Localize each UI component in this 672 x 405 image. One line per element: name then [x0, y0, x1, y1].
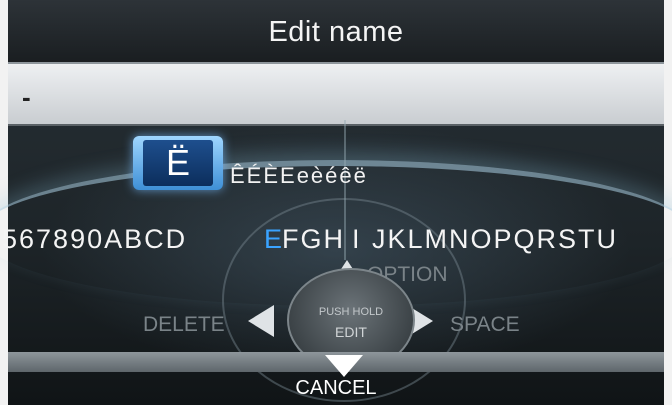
space-label[interactable]: SPACE [450, 313, 520, 337]
dpad-edit-label: EDIT [335, 324, 367, 340]
selected-character-key[interactable]: Ë [133, 136, 223, 190]
page-title: Edit name [268, 16, 404, 48]
dpad-push-hold-label: PUSH HOLD [318, 306, 384, 318]
name-input-field[interactable]: - [8, 62, 664, 126]
delete-label[interactable]: DELETE [143, 313, 225, 337]
name-input-value: - [22, 82, 31, 112]
charset-after-1[interactable]: FGH [282, 224, 345, 255]
charset-after-3[interactable]: JKLMNOPQRSTU [372, 224, 618, 255]
selected-character: Ë [143, 140, 213, 186]
charset-highlighted-char[interactable]: E [264, 224, 284, 255]
accent-variants-row[interactable]: ÊÉÈEeèéêë [230, 163, 368, 189]
edit-name-screen: Edit name - Ë ÊÉÈEeèéêë 567890ABCD E FGH… [0, 0, 672, 405]
charset-after-2[interactable]: I [352, 224, 362, 255]
arrow-left-icon[interactable] [248, 305, 274, 337]
left-edge [0, 0, 8, 405]
title-bar: Edit name [8, 0, 664, 62]
charset-before[interactable]: 567890ABCD [2, 224, 187, 255]
arrow-down-icon[interactable] [325, 355, 363, 377]
right-edge [664, 0, 672, 405]
cancel-label[interactable]: CANCEL [0, 377, 672, 400]
